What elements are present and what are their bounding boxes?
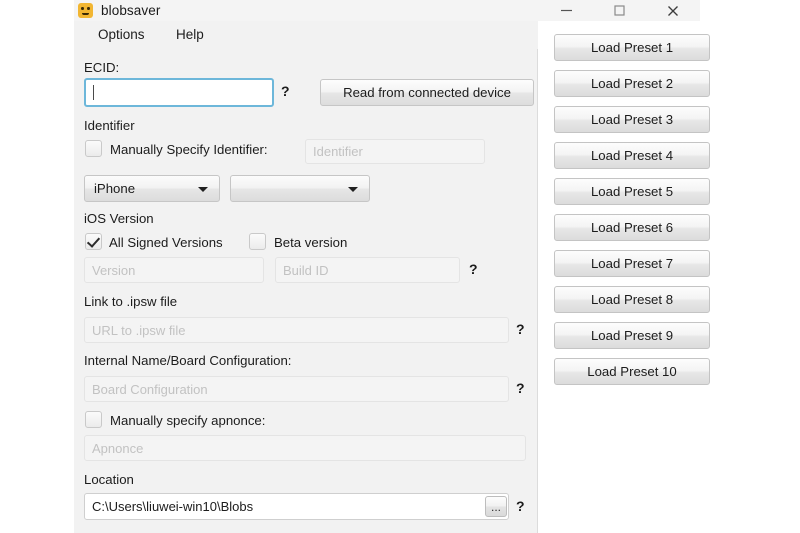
board-configuration-label: Internal Name/Board Configuration: bbox=[84, 353, 291, 368]
browse-location-button[interactable]: ... bbox=[485, 496, 507, 517]
manually-specify-identifier-label: Manually Specify Identifier: bbox=[110, 142, 268, 157]
preset-pane: Load Preset 1 Load Preset 2 Load Preset … bbox=[538, 21, 700, 533]
identifier-input[interactable]: Identifier bbox=[305, 139, 485, 164]
window-title: blobsaver bbox=[101, 3, 160, 18]
close-icon[interactable] bbox=[646, 0, 699, 21]
board-configuration-input[interactable]: Board Configuration bbox=[84, 376, 509, 402]
load-preset-9-button[interactable]: Load Preset 9 bbox=[554, 322, 710, 349]
all-signed-versions-checkbox[interactable] bbox=[85, 233, 102, 250]
ipsw-label: Link to .ipsw file bbox=[84, 294, 177, 309]
minimize-icon[interactable] bbox=[540, 0, 593, 21]
device-type-select[interactable]: iPhone bbox=[84, 175, 220, 202]
ecid-help-icon[interactable]: ? bbox=[281, 83, 290, 99]
load-preset-1-button[interactable]: Load Preset 1 bbox=[554, 34, 710, 61]
load-preset-2-button[interactable]: Load Preset 2 bbox=[554, 70, 710, 97]
load-preset-5-button[interactable]: Load Preset 5 bbox=[554, 178, 710, 205]
maximize-icon[interactable] bbox=[593, 0, 646, 21]
load-preset-10-button[interactable]: Load Preset 10 bbox=[554, 358, 710, 385]
build-id-help-icon[interactable]: ? bbox=[469, 261, 478, 277]
manually-specify-apnonce-checkbox[interactable] bbox=[85, 411, 102, 428]
text-caret bbox=[93, 85, 94, 100]
ipsw-url-input[interactable]: URL to .ipsw file bbox=[84, 317, 509, 343]
version-input[interactable]: Version bbox=[84, 257, 264, 283]
load-preset-3-button[interactable]: Load Preset 3 bbox=[554, 106, 710, 133]
chevron-down-icon bbox=[198, 187, 208, 192]
menu-item-options[interactable]: Options bbox=[91, 24, 152, 45]
apnonce-input[interactable]: Apnonce bbox=[84, 435, 526, 461]
menu-item-help[interactable]: Help bbox=[169, 24, 211, 45]
build-id-input[interactable]: Build ID bbox=[275, 257, 460, 283]
identifier-label: Identifier bbox=[84, 118, 135, 133]
manually-specify-identifier-checkbox[interactable] bbox=[85, 140, 102, 157]
load-preset-7-button[interactable]: Load Preset 7 bbox=[554, 250, 710, 277]
manually-specify-apnonce-label: Manually specify apnonce: bbox=[110, 413, 265, 428]
location-input[interactable]: C:\Users\liuwei-win10\Blobs bbox=[84, 493, 509, 520]
load-preset-4-button[interactable]: Load Preset 4 bbox=[554, 142, 710, 169]
location-help-icon[interactable]: ? bbox=[516, 498, 525, 514]
blobsaver-window: blobsaver Options Help ECID: ? bbox=[74, 0, 700, 533]
device-type-value: iPhone bbox=[94, 181, 135, 196]
device-model-select[interactable] bbox=[230, 175, 370, 202]
load-preset-6-button[interactable]: Load Preset 6 bbox=[554, 214, 710, 241]
read-from-connected-device-button[interactable]: Read from connected device bbox=[320, 79, 534, 106]
ecid-label: ECID: bbox=[84, 60, 119, 75]
beta-version-label: Beta version bbox=[274, 235, 347, 250]
chevron-down-icon bbox=[348, 187, 358, 192]
ecid-input[interactable] bbox=[84, 78, 274, 107]
board-configuration-help-icon[interactable]: ? bbox=[516, 380, 525, 396]
app-face-icon bbox=[78, 3, 93, 18]
form-panel: ECID: ? Read from connected device Ident… bbox=[74, 49, 538, 533]
load-preset-8-button[interactable]: Load Preset 8 bbox=[554, 286, 710, 313]
screen: blobsaver Options Help ECID: ? bbox=[0, 0, 800, 533]
all-signed-versions-label: All Signed Versions bbox=[109, 235, 223, 250]
ios-version-label: iOS Version bbox=[84, 211, 154, 226]
beta-version-checkbox[interactable] bbox=[249, 233, 266, 250]
ipsw-help-icon[interactable]: ? bbox=[516, 321, 525, 337]
location-label: Location bbox=[84, 472, 134, 487]
window-controls bbox=[540, 0, 700, 21]
